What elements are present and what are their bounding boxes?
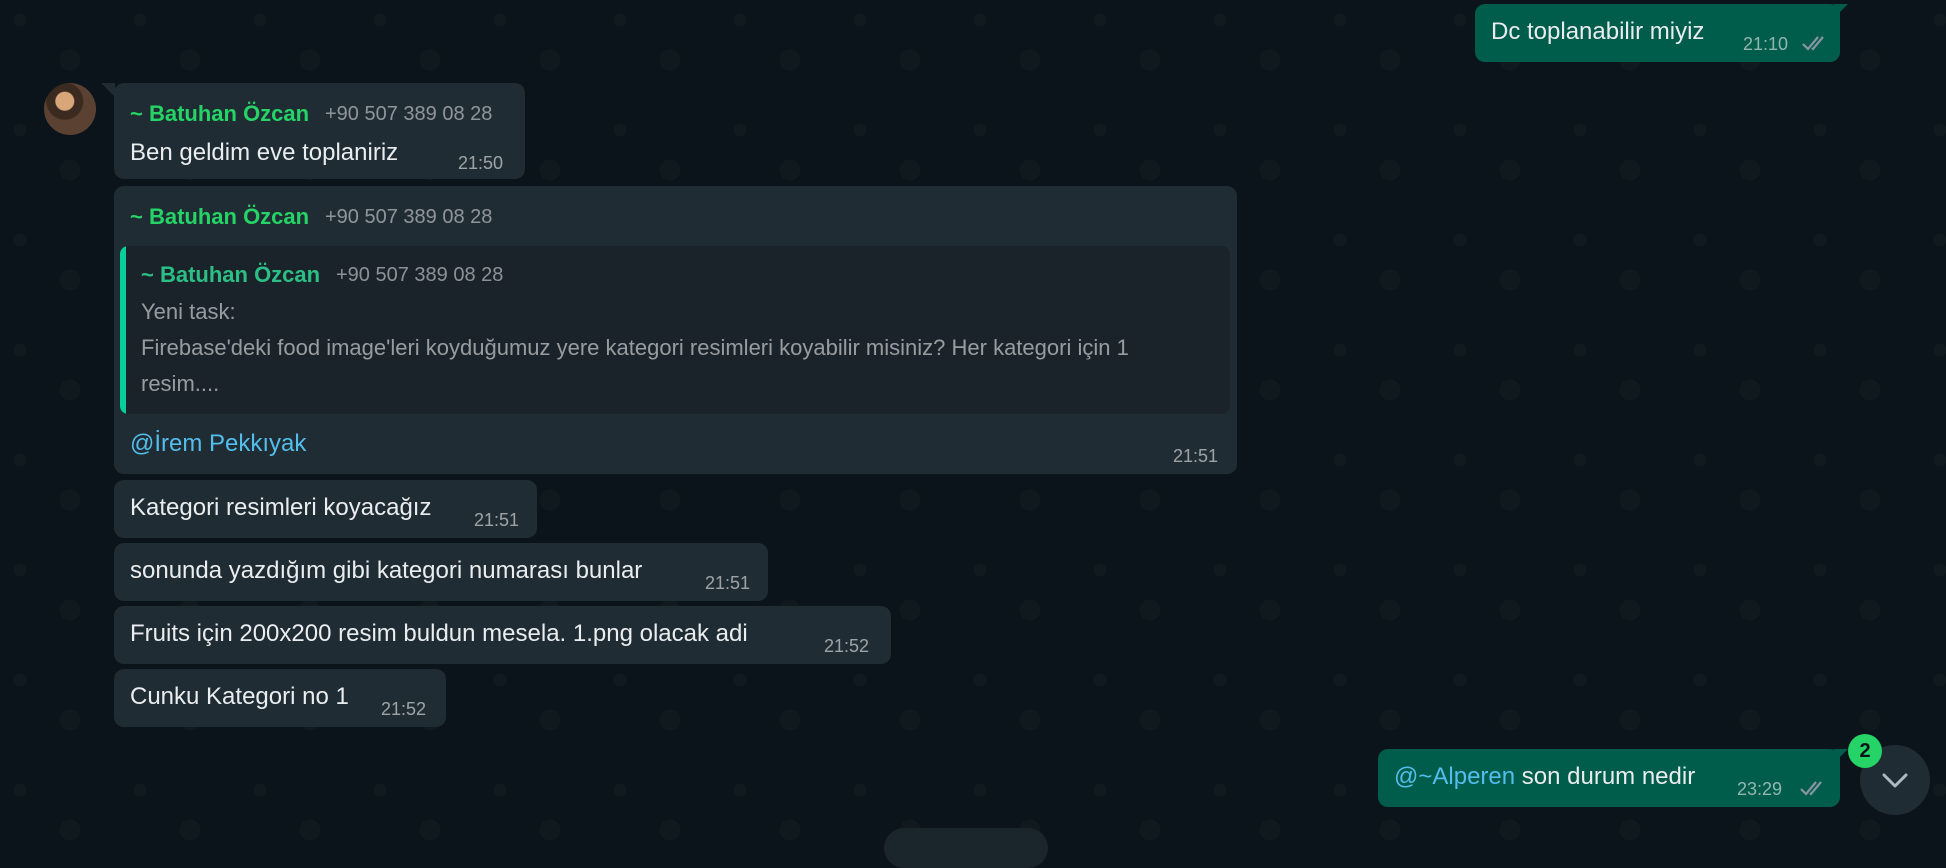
message-text: sonunda yazdığım gibi kategori numarası … — [130, 557, 643, 584]
quoted-sender-phone: +90 507 389 08 28 — [336, 264, 504, 286]
message-time: 21:51 — [1173, 446, 1219, 466]
incoming-message[interactable]: Fruits için 200x200 resim buldun mesela.… — [114, 606, 891, 664]
incoming-message[interactable]: sonunda yazdığım gibi kategori numarası … — [114, 543, 768, 601]
message-time: 21:10 — [1743, 34, 1789, 54]
outgoing-message[interactable]: Dc toplanabilir miyiz 21:10 — [1475, 4, 1840, 62]
message-text: Cunku Kategori no 1 — [130, 683, 349, 710]
date-pill — [884, 828, 1048, 868]
mention-link[interactable]: @İrem Pekkıyak — [130, 430, 306, 458]
message-text: Kategori resimleri koyacağız — [130, 494, 432, 521]
quoted-text-line: resim.... — [141, 371, 220, 396]
bubble-tail — [1834, 749, 1848, 763]
sender-avatar[interactable] — [44, 83, 96, 135]
message-time: 21:50 — [458, 153, 504, 173]
sender-name[interactable]: ~ Batuhan Özcan — [130, 101, 309, 127]
message-body: son durum nedir — [1515, 763, 1696, 790]
incoming-message[interactable]: Cunku Kategori no 1 21:52 — [114, 669, 446, 727]
sender-phone: +90 507 389 08 28 — [325, 206, 493, 228]
message-time: 21:52 — [381, 699, 427, 719]
message-text: Dc toplanabilir miyiz — [1491, 18, 1705, 45]
incoming-message[interactable]: Kategori resimleri koyacağız 21:51 — [114, 480, 537, 538]
message-text: Ben geldim eve toplaniriz — [130, 139, 399, 166]
double-check-icon — [1800, 781, 1822, 796]
quoted-sender-name: ~ Batuhan Özcan — [141, 262, 321, 287]
unread-count-badge: 2 — [1848, 734, 1882, 768]
incoming-message-with-reply[interactable]: ~ Batuhan Özcan +90 507 389 08 28 ~ Batu… — [114, 186, 1237, 474]
bubble-tail — [1834, 4, 1848, 18]
bubble-tail — [101, 83, 115, 97]
message-time: 21:51 — [474, 510, 520, 530]
sender-name[interactable]: ~ Batuhan Özcan — [130, 204, 309, 230]
incoming-message[interactable]: ~ Batuhan Özcan +90 507 389 08 28 Ben ge… — [114, 83, 525, 179]
mention-link[interactable]: @~Alperen — [1394, 763, 1515, 790]
message-time: 21:52 — [824, 636, 870, 656]
sender-phone: +90 507 389 08 28 — [325, 103, 493, 125]
message-text: Fruits için 200x200 resim buldun mesela.… — [130, 620, 748, 647]
message-text: @~Alperen son durum nedir — [1394, 763, 1695, 791]
quote-accent-bar — [120, 246, 126, 414]
outgoing-message[interactable]: @~Alperen son durum nedir 23:29 — [1378, 749, 1840, 807]
message-time: 23:29 — [1737, 779, 1783, 799]
double-check-icon — [1802, 36, 1824, 51]
quoted-text-line: Firebase'deki food image'leri koyduğumuz… — [141, 335, 1129, 360]
message-time: 21:51 — [705, 573, 751, 593]
quoted-message[interactable]: ~ Batuhan Özcan +90 507 389 08 28 Yeni t… — [120, 246, 1230, 414]
quoted-text-line: Yeni task: — [141, 299, 236, 324]
